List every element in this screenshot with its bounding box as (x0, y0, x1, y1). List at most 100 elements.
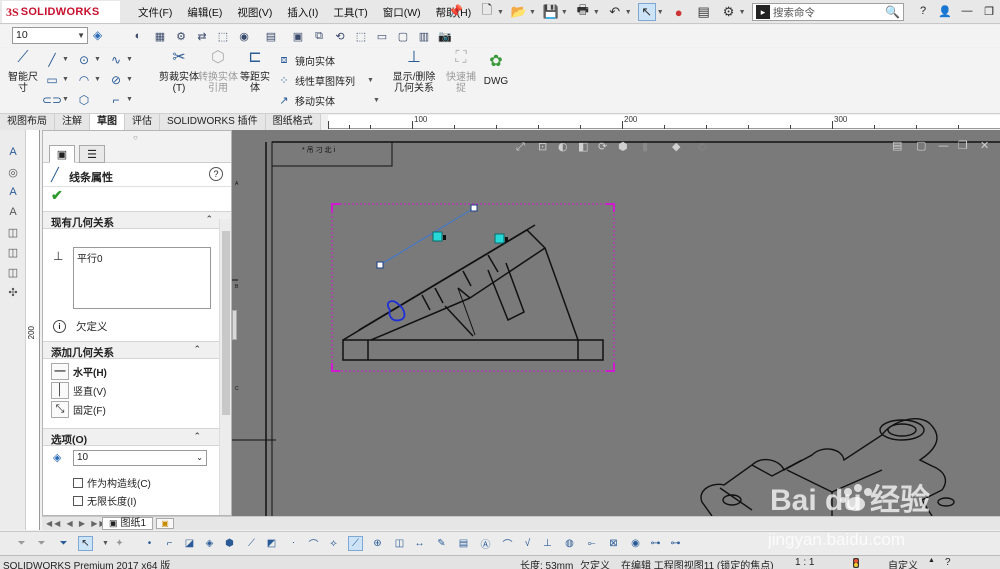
chevron-down-icon[interactable]: ▼ (62, 56, 69, 63)
collapse-icon[interactable]: ⌃ (193, 431, 201, 442)
filter-dimension-icon[interactable]: ↔ (412, 536, 427, 551)
file-properties-icon[interactable]: ▤ (695, 3, 713, 21)
filter-balloon-icon[interactable]: ⟜ (584, 536, 599, 551)
arc-icon[interactable]: ◠ (76, 72, 92, 88)
rotate-icon[interactable]: ⟲ (332, 28, 348, 44)
layer-properties-icon[interactable]: ◈ (93, 28, 109, 42)
color-display-icon[interactable]: ◉ (236, 28, 252, 44)
weld-symbol-icon[interactable]: A (5, 204, 21, 220)
filter-centerline-icon[interactable]: ⊶ (668, 536, 683, 551)
print-icon[interactable]: 🖶 (574, 2, 592, 21)
ok-check-icon[interactable]: ✔ (51, 187, 63, 204)
filter-hole-icon[interactable]: ⊥ (540, 536, 555, 551)
checkbox-box[interactable] (73, 477, 83, 488)
filter-face-icon[interactable]: ◪ (182, 536, 197, 551)
chevron-down-icon[interactable]: ▼ (126, 56, 133, 63)
scrollbar-thumb[interactable] (222, 231, 230, 415)
collapse-icon[interactable]: ⌃ (193, 344, 201, 355)
chevron-down-icon[interactable]: ▼ (593, 9, 600, 16)
chevron-down-icon[interactable]: ▼ (561, 9, 568, 16)
chevron-down-icon[interactable]: ▼ (657, 9, 664, 16)
help-icon[interactable]: ? (945, 557, 951, 568)
mirror-entities-button[interactable]: ⧈ 镜向实体 (276, 51, 336, 69)
chevron-down-icon[interactable]: ▼ (497, 9, 504, 16)
open-icon[interactable]: 📂 (510, 3, 528, 21)
chevron-down-icon[interactable]: ▼ (739, 9, 746, 16)
spline-icon[interactable]: ∿ (108, 52, 124, 68)
filter-sketch-point-icon[interactable]: ⟡ (326, 536, 341, 551)
drawing-canvas[interactable]: * 吊 刁 北 i A B C ⤢ ⊡ ◐ ◧ ⟳ ⬢ ▮ ◆ ◇ ▤ ▢ — … (232, 130, 1000, 516)
checkbox-box[interactable] (73, 495, 83, 506)
minimize-icon[interactable]: — (956, 2, 978, 20)
hole-callout-icon[interactable]: ◫ (5, 264, 21, 280)
status-scale[interactable]: 1 : 1 (795, 557, 814, 568)
options-header[interactable]: 选项(O) ⌃ (43, 428, 219, 446)
existing-relations-list[interactable]: 平行0 (73, 247, 211, 309)
menu-view[interactable]: 视图(V) (237, 5, 272, 20)
filter-vertex-icon[interactable]: • (142, 536, 157, 551)
filter-plane-icon[interactable]: ◩ (264, 536, 279, 551)
line-icon[interactable]: ╱ (44, 52, 60, 68)
fillet-icon[interactable]: ⌐ (108, 92, 124, 108)
filter-center-icon[interactable]: ◫ (392, 536, 407, 551)
relation-item[interactable]: 平行0 (77, 250, 207, 265)
select-pointer-icon[interactable]: ↖ (78, 536, 93, 551)
filter-block-icon[interactable]: ◉ (628, 536, 643, 551)
filter-gtol-icon[interactable]: ▤ (456, 536, 471, 551)
dwg-button[interactable]: ✿ DWG (482, 54, 510, 88)
sheet-navigation-icon[interactable]: ◀◀ ◀ ▶ ▶▶ (46, 519, 108, 528)
mirror-icon[interactable]: ⧉ (311, 28, 327, 44)
chevron-down-icon[interactable]: ▼ (126, 76, 133, 83)
new-document-icon[interactable]: 🗋 (478, 2, 496, 21)
filter-sketch-line-icon[interactable]: ⟋ (348, 536, 363, 551)
polygon-icon[interactable]: ⬡ (76, 92, 92, 108)
filter-note-icon[interactable]: ✎ (434, 536, 449, 551)
chevron-down-icon[interactable]: ▼ (62, 96, 69, 103)
vertical-relation-button[interactable]: │ 竖直(V) (51, 381, 106, 399)
filter-toggle-icon[interactable]: ⏷ (14, 536, 29, 551)
collapse-icon[interactable]: ⌃ (205, 214, 213, 225)
display-relations-button[interactable]: ⊥ 显示/删除几何关系 (390, 50, 438, 95)
datum-icon[interactable]: ◫ (5, 224, 21, 240)
chevron-down-icon[interactable]: ▼ (373, 97, 380, 104)
clear-filters-icon[interactable]: ⏷ (34, 536, 49, 551)
rectangle-icon[interactable]: ▭ (44, 72, 60, 88)
sketch-tool-icon[interactable]: ▣ (290, 28, 306, 44)
filter-point-icon[interactable]: ⋅ (286, 536, 301, 551)
menu-edit[interactable]: 编辑(E) (187, 5, 222, 20)
chevron-down-icon[interactable]: ▼ (367, 77, 374, 84)
magic-select-icon[interactable]: ✦ (112, 536, 127, 551)
save-icon[interactable]: 💾 (542, 3, 560, 21)
undo-icon[interactable]: ↶ (606, 3, 624, 21)
filter-sketch-segment-icon[interactable]: ⌒ (306, 536, 321, 551)
tab-addins[interactable]: SOLIDWORKS 插件 (160, 114, 266, 130)
horizontal-relation-button[interactable]: — 水平(H) (51, 362, 107, 380)
line-style-icon[interactable]: ⇄ (194, 28, 210, 44)
center-mark-icon[interactable]: ✣ (5, 284, 21, 300)
chevron-down-icon[interactable]: ▼ (126, 96, 133, 103)
feature-tree-tab[interactable]: ☰ (79, 145, 105, 163)
surface-finish-icon[interactable]: A (5, 184, 21, 200)
menu-insert[interactable]: 插入(I) (287, 5, 318, 20)
tab-sheet-format[interactable]: 图纸格式 (266, 114, 321, 130)
filter-all-icon[interactable]: ⏷ (56, 536, 71, 551)
tab-evaluate[interactable]: 评估 (125, 114, 160, 130)
chevron-down-icon[interactable]: ▼ (94, 76, 101, 83)
options-gear-icon[interactable]: ⚙ (720, 3, 738, 21)
chevron-down-icon[interactable]: ▼ (94, 56, 101, 63)
panel-collapse-handle[interactable] (232, 310, 237, 340)
line-format-icon[interactable]: ◐ (130, 28, 146, 44)
menu-file[interactable]: 文件(F) (138, 5, 172, 20)
filter-weld-icon[interactable]: ⌒ (500, 536, 515, 551)
chevron-down-icon[interactable]: ▼ (62, 76, 69, 83)
search-scope-icon[interactable]: ▸ (756, 5, 770, 19)
move-entities-button[interactable]: ↗ 移动实体 ▼ (276, 91, 380, 109)
user-icon[interactable]: 👤 (934, 2, 956, 20)
balloon-icon[interactable]: ◎ (5, 164, 21, 180)
offset-entities-button[interactable]: ⊏ 等距实体 (238, 50, 272, 95)
tab-annotation[interactable]: 注解 (55, 114, 90, 130)
tab-view-layout[interactable]: 视图布局 (0, 114, 55, 130)
panel-scrollbar[interactable] (219, 219, 231, 515)
filter-axis-icon[interactable]: ⟋ (244, 536, 259, 551)
frame-icon[interactable]: ⬚ (353, 28, 369, 44)
